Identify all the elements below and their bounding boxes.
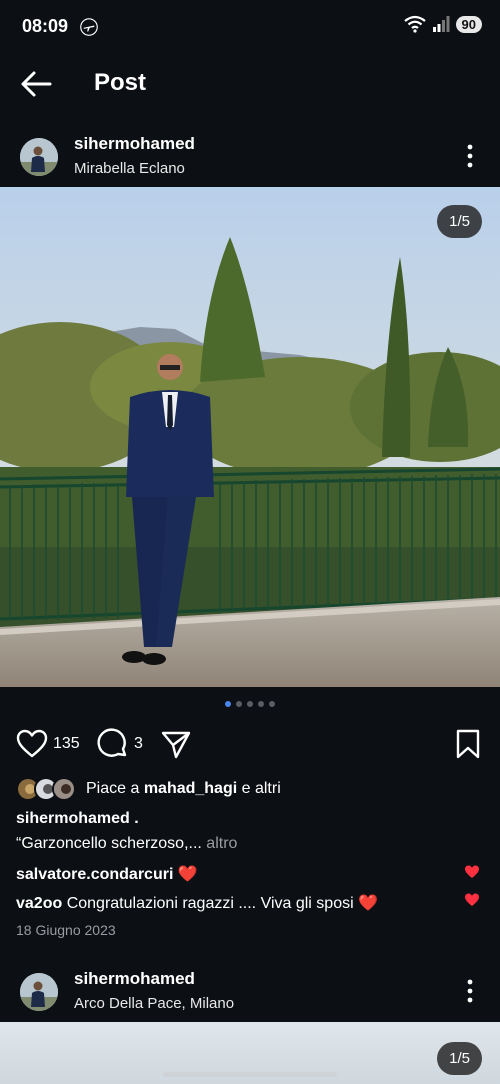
carousel-dot <box>258 701 264 707</box>
comment-like-heart-icon[interactable] <box>464 864 480 880</box>
airplane-mode-icon <box>80 18 98 36</box>
comment-row[interactable]: va2oo Congratulazioni ragazzi .... Viva … <box>16 893 456 913</box>
liker-avatar <box>52 777 76 801</box>
more-options-icon[interactable] <box>460 142 480 170</box>
liked-by-text: Piace a mahad_hagi e altri <box>86 780 281 797</box>
post-photo[interactable]: 1/5 <box>0 187 500 687</box>
caption-text: “Garzoncello scherzoso,... altro <box>16 835 238 852</box>
share-send-icon[interactable] <box>160 728 192 760</box>
carousel-counter: 1/5 <box>437 205 482 238</box>
battery-indicator: 90 <box>455 15 482 33</box>
post-location[interactable]: Mirabella Eclano <box>74 160 185 177</box>
page-header: Post <box>0 56 500 112</box>
status-indicators: 90 <box>403 15 482 33</box>
cell-signal-icon <box>432 16 450 32</box>
caption-username[interactable]: sihermohamed . <box>16 810 139 828</box>
caption-more-link[interactable]: altro <box>202 835 237 852</box>
comment-like-heart-icon[interactable] <box>464 892 480 908</box>
post-header: sihermohamed Mirabella Eclano <box>0 131 500 187</box>
carousel-dot <box>269 701 275 707</box>
bookmark-icon[interactable] <box>452 728 484 760</box>
carousel-dot <box>236 701 242 707</box>
post-actions: 135 3 <box>0 726 500 762</box>
next-post-header: sihermohamed Arco Della Pace, Milano <box>0 966 500 1022</box>
liked-by-user[interactable]: mahad_hagi <box>144 780 237 797</box>
comment-bubble-icon[interactable] <box>97 728 129 760</box>
avatar[interactable] <box>20 138 58 176</box>
more-options-icon[interactable] <box>460 977 480 1005</box>
post-username[interactable]: sihermohamed <box>74 969 195 989</box>
status-time: 08:09 <box>22 16 69 36</box>
comments-count[interactable]: 3 <box>134 735 143 753</box>
carousel-dot-active <box>225 701 231 707</box>
post-location[interactable]: Arco Della Pace, Milano <box>74 995 234 1012</box>
like-heart-icon[interactable] <box>16 728 48 760</box>
post-username[interactable]: sihermohamed <box>74 134 195 154</box>
liked-by[interactable]: Piace a mahad_hagi e altri <box>16 775 281 803</box>
carousel-dot <box>247 701 253 707</box>
carousel-dots <box>0 701 500 707</box>
post-date: 18 Giugno 2023 <box>16 922 116 938</box>
page-title: Post <box>94 69 147 96</box>
photo-image <box>0 187 500 687</box>
comment-row[interactable]: salvatore.condarcuri ❤️ <box>16 864 456 884</box>
likes-count[interactable]: 135 <box>53 735 80 753</box>
avatar[interactable] <box>20 973 58 1011</box>
home-indicator[interactable] <box>163 1072 337 1077</box>
back-arrow-icon[interactable] <box>20 70 52 98</box>
status-bar: 08:09 90 <box>0 0 500 54</box>
carousel-counter: 1/5 <box>437 1042 482 1075</box>
wifi-icon <box>403 15 426 33</box>
